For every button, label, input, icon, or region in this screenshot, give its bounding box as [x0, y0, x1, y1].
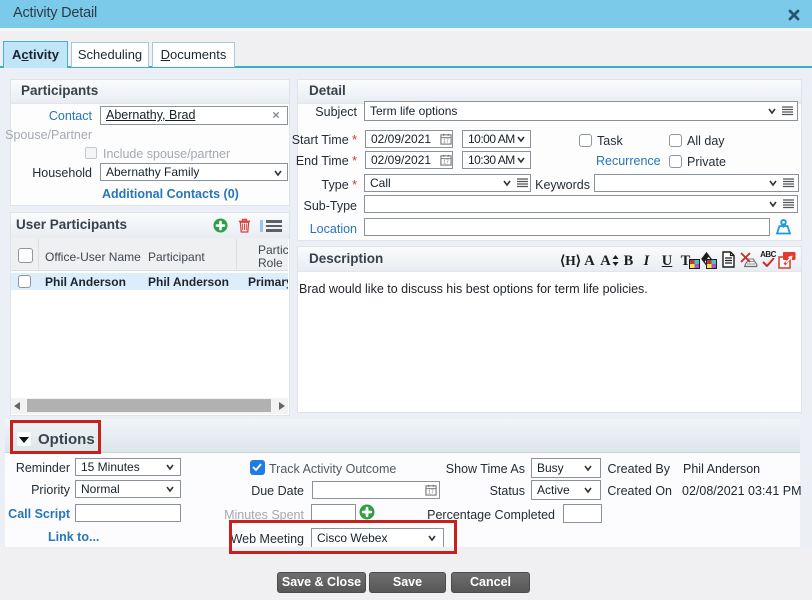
svg-text:17: 17	[443, 160, 449, 166]
svg-text:17: 17	[443, 139, 449, 145]
